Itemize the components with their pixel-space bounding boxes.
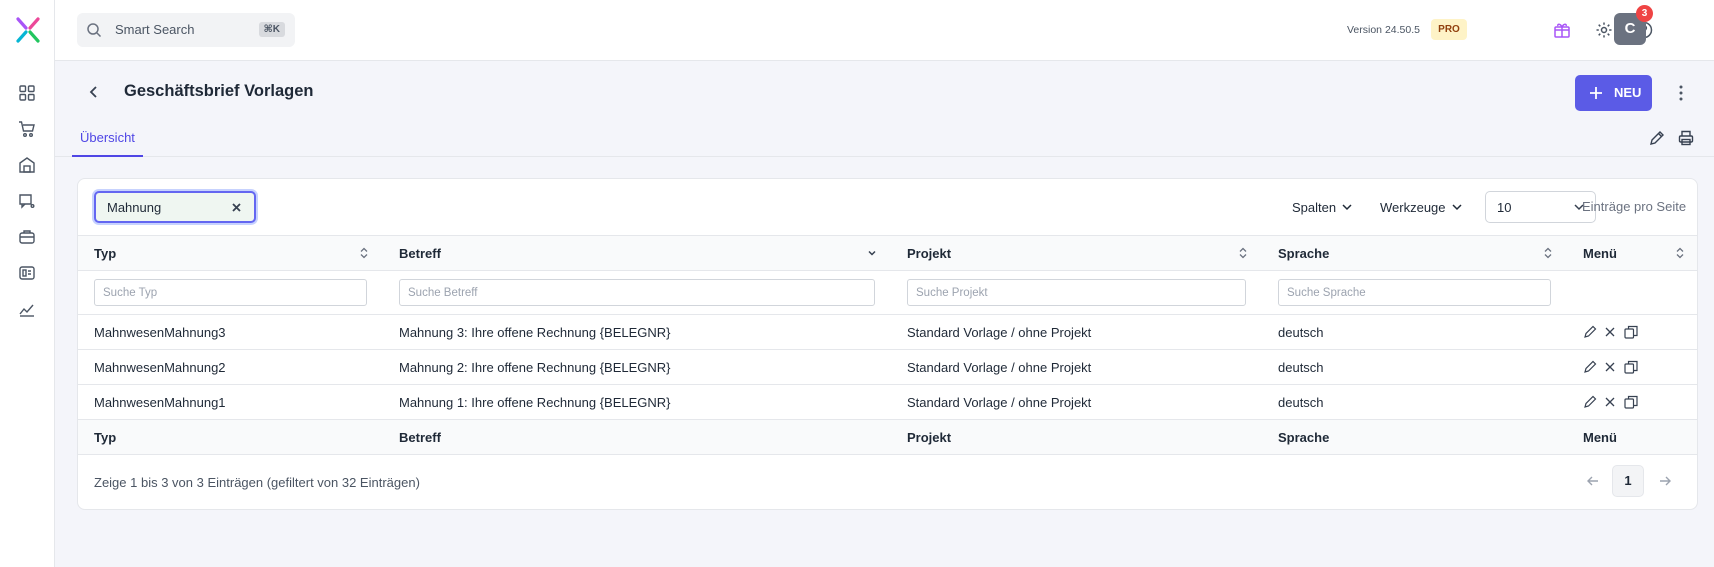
clear-filter-icon[interactable] [231,202,242,213]
delete-x-icon[interactable] [1603,325,1617,339]
per-page-label: Einträge pro Seite [1582,199,1687,214]
previous-page-arrow-icon[interactable] [1586,474,1600,488]
tab-uebersicht[interactable]: Übersicht [72,121,143,157]
page-size-value: 10 [1497,200,1512,215]
production-icon[interactable] [17,227,37,247]
printer-icon[interactable] [1677,129,1695,147]
column-header-menu[interactable]: Menü [1567,235,1697,271]
cell-sprache: deutsch [1262,314,1567,350]
columns-dropdown[interactable]: Spalten [1292,191,1353,223]
cell-projekt: Standard Vorlage / ohne Projekt [891,314,1262,350]
cell-projekt: Standard Vorlage / ohne Projekt [891,384,1262,420]
delete-x-icon[interactable] [1603,360,1617,374]
smart-search[interactable]: Smart Search ⌘K [77,13,295,47]
version-label: Version 24.50.5 [1347,24,1420,36]
sort-icon [359,247,369,259]
accounting-icon[interactable] [17,263,37,283]
more-options-icon[interactable] [1673,83,1689,103]
table-row[interactable]: MahnwesenMahnung3 Mahnung 3: Ihre offene… [78,314,1697,350]
gift-icon[interactable] [1552,20,1572,40]
sort-icon [1675,247,1685,259]
edit-pencil-icon[interactable] [1583,325,1597,339]
columns-dropdown-label: Spalten [1292,199,1337,215]
column-header-typ[interactable]: Typ [78,235,383,271]
column-header-betreff[interactable]: Betreff [383,235,891,271]
cell-betreff: Mahnung 1: Ihre offene Rechnung {BELEGNR… [383,384,891,420]
new-button-label: NEU [1614,85,1642,100]
warehouse-icon[interactable] [17,155,37,175]
cell-betreff: Mahnung 3: Ihre offene Rechnung {BELEGNR… [383,314,891,350]
dashboard-icon[interactable] [17,83,37,103]
copy-icon[interactable] [1623,324,1639,340]
sprache-search-input[interactable] [1278,279,1551,306]
plan-badge: PRO [1431,19,1467,40]
delete-x-icon[interactable] [1603,395,1617,409]
back-chevron-icon[interactable] [86,84,102,100]
cell-sprache: deutsch [1262,349,1567,385]
cell-projekt: Standard Vorlage / ohne Projekt [891,349,1262,385]
cell-typ: MahnwesenMahnung1 [78,384,383,420]
page-title: Geschäftsbrief Vorlagen [124,82,314,100]
analytics-icon[interactable] [17,299,37,319]
delivery-icon[interactable] [17,191,37,211]
column-header-projekt[interactable]: Projekt [891,235,1262,271]
footer-header-betreff: Betreff [383,419,891,455]
copy-icon[interactable] [1623,394,1639,410]
table-row[interactable]: MahnwesenMahnung1 Mahnung 1: Ihre offene… [78,384,1697,420]
edit-pencil-icon[interactable] [1583,360,1597,374]
global-filter-input[interactable]: Mahnung [94,191,256,223]
cell-typ: MahnwesenMahnung3 [78,314,383,350]
app-logo[interactable] [14,16,42,44]
tools-dropdown[interactable]: Werkzeuge [1380,191,1463,223]
betreff-search-input[interactable] [399,279,875,306]
cell-typ: MahnwesenMahnung2 [78,349,383,385]
sort-icon [1238,247,1248,259]
chevron-down-icon [1341,201,1353,213]
tools-dropdown-label: Werkzeuge [1380,199,1446,215]
edit-pencil-icon[interactable] [1648,129,1666,147]
notification-count-badge: 3 [1636,5,1653,22]
next-page-arrow-icon[interactable] [1658,474,1672,488]
sidebar [0,0,55,567]
search-shortcut: ⌘K [258,22,285,37]
sort-icon [1543,247,1553,259]
page-size-select[interactable]: 10 [1485,191,1596,223]
footer-header-typ: Typ [78,419,383,455]
sort-desc-icon [867,247,877,259]
table-row[interactable]: MahnwesenMahnung2 Mahnung 2: Ihre offene… [78,349,1697,385]
footer-header-menu: Menü [1567,419,1697,455]
column-header-sprache[interactable]: Sprache [1262,235,1567,271]
new-button[interactable]: NEU [1575,75,1652,111]
cell-sprache: deutsch [1262,384,1567,420]
typ-search-input[interactable] [94,279,367,306]
footer-header-projekt: Projekt [891,419,1262,455]
settings-gear-icon[interactable] [1594,20,1614,40]
chevron-down-icon [1451,201,1463,213]
cart-icon[interactable] [17,119,37,139]
templates-table: Typ Betreff Projekt Sprache Menü Suche T… [78,235,1697,455]
copy-icon[interactable] [1623,359,1639,375]
table-info: Zeige 1 bis 3 von 3 Einträgen (gefiltert… [94,475,420,490]
search-icon [86,22,102,38]
search-placeholder: Smart Search [115,22,195,37]
plus-icon [1589,86,1603,100]
footer-header-sprache: Sprache [1262,419,1567,455]
table-card: Mahnung Spalten Werkzeuge 10 Einträge pr… [77,178,1698,510]
cell-betreff: Mahnung 2: Ihre offene Rechnung {BELEGNR… [383,349,891,385]
filter-value: Mahnung [107,200,162,215]
tab-bar: Übersicht [55,121,1714,157]
projekt-search-input[interactable] [907,279,1246,306]
edit-pencil-icon[interactable] [1583,395,1597,409]
page-number-button[interactable]: 1 [1612,465,1644,497]
